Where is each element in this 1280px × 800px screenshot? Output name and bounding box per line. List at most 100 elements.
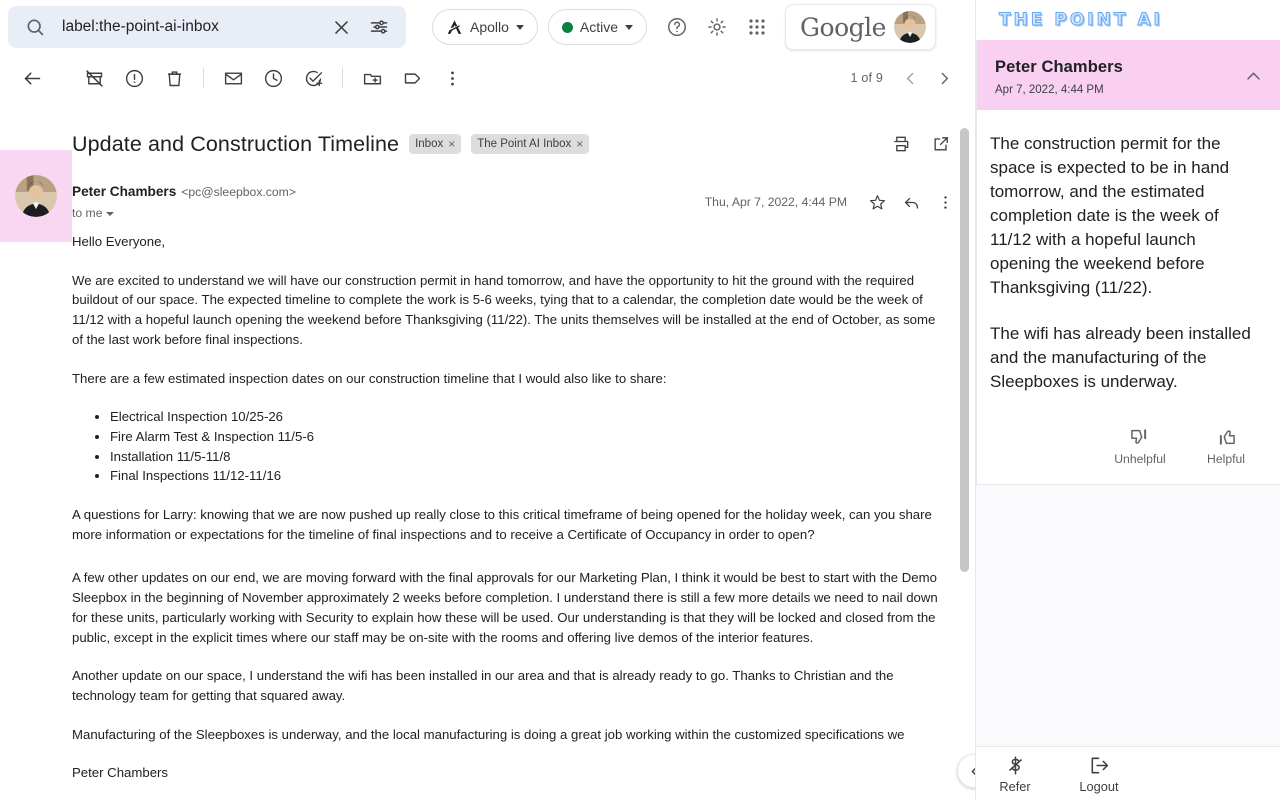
- message-body: Hello Everyone, We are excited to unders…: [0, 220, 975, 783]
- body-paragraph-3: A questions for Larry: knowing that we a…: [72, 507, 932, 542]
- recipients-label: to me: [72, 206, 103, 220]
- logout-label: Logout: [1079, 778, 1119, 794]
- page-title: Update and Construction Timeline: [72, 131, 400, 156]
- print-icon[interactable]: [881, 124, 921, 164]
- sender-address: <pc@sleepbox.com>: [181, 185, 296, 199]
- list-item: Final Inspections 11/12-11/16: [110, 466, 945, 486]
- apollo-logo-icon: [446, 19, 463, 36]
- helpful-button[interactable]: Helpful: [1194, 426, 1258, 466]
- more-vertical-icon[interactable]: [929, 186, 961, 218]
- pagination-count: 1 of 9: [850, 71, 883, 85]
- logout-icon: [1088, 754, 1111, 777]
- search-clear-icon[interactable]: [324, 10, 358, 44]
- summary-body: The construction permit for the space is…: [977, 110, 1280, 422]
- the-point-ai-panel: THE POINT AI Peter Chambers Apr 7, 2022,…: [975, 0, 1280, 800]
- open-in-new-icon[interactable]: [921, 124, 961, 164]
- top-bar-right: Apollo Active Google: [432, 4, 936, 50]
- the-point-ai-logo-bar: THE POINT AI: [976, 0, 1280, 40]
- body-paragraph-4: A few other updates on our end, we are m…: [72, 570, 938, 645]
- status-dot-icon: [561, 21, 573, 33]
- refer-label: Refer: [999, 778, 1031, 794]
- sender-name: Peter Chambers: [72, 184, 177, 199]
- archive-icon[interactable]: [74, 58, 114, 98]
- avatar[interactable]: [893, 11, 926, 43]
- star-icon[interactable]: [861, 186, 893, 218]
- search-options-icon[interactable]: [362, 10, 396, 44]
- thumbs-up-icon: [1215, 426, 1237, 448]
- folder-move-icon[interactable]: [352, 58, 392, 98]
- chevron-down-icon: [515, 24, 524, 30]
- clock-icon[interactable]: [253, 58, 293, 98]
- message-header: Peter Chambers <pc@sleepbox.com> to me T…: [0, 150, 975, 242]
- close-icon[interactable]: ×: [576, 137, 583, 151]
- list-item: Installation 11/5-11/8: [110, 447, 945, 467]
- apps-grid-icon[interactable]: [737, 7, 777, 47]
- unhelpful-button[interactable]: Unhelpful: [1108, 426, 1172, 466]
- status-pill-active[interactable]: Active: [547, 9, 648, 45]
- body-signature: Peter Chambers: [72, 765, 169, 781]
- google-wordmark: Google: [800, 12, 886, 42]
- close-icon[interactable]: ×: [448, 137, 455, 151]
- next-message-button[interactable]: [927, 61, 961, 95]
- apollo-pill-label: Apollo: [470, 19, 509, 35]
- task-check-icon[interactable]: [293, 58, 333, 98]
- envelope-icon[interactable]: [213, 58, 253, 98]
- reading-pane-scrollbar[interactable]: [960, 128, 969, 572]
- body-paragraph-2: There are a few estimated inspection dat…: [72, 370, 667, 386]
- summary-date: Apr 7, 2022, 4:44 PM: [995, 84, 1104, 96]
- chevron-up-icon[interactable]: [1239, 62, 1267, 90]
- message-date: Thu, Apr 7, 2022, 4:44 PM: [704, 195, 847, 209]
- summary-card-header: Peter Chambers Apr 7, 2022, 4:44 PM: [977, 40, 1280, 110]
- help-circle-icon[interactable]: [657, 7, 697, 47]
- body-paragraph-5: Another update on our space, I understan…: [72, 668, 894, 703]
- side-panel-empty-area: [976, 485, 1280, 746]
- label-chip-text: The Point AI Inbox: [477, 138, 572, 150]
- gmail-reading-pane: Apollo Active: [0, 0, 975, 800]
- label-chip-text: Inbox: [415, 138, 444, 150]
- label-chip-inbox: Inbox ×: [409, 134, 462, 154]
- status-pill-label: Active: [579, 19, 619, 35]
- report-spam-icon[interactable]: [114, 58, 154, 98]
- summary-feedback-bar: Unhelpful Helpful: [977, 422, 1280, 484]
- refer-button[interactable]: Refer: [984, 754, 1046, 794]
- prev-message-button[interactable]: [893, 61, 927, 95]
- summary-paragraph-1: The construction permit for the space is…: [990, 134, 1230, 297]
- trash-icon[interactable]: [154, 58, 194, 98]
- toolbar-divider: [203, 68, 204, 88]
- avatar-highlight-block: [0, 150, 72, 242]
- inspection-dates-list: Electrical Inspection 10/25-26 Fire Alar…: [72, 407, 945, 486]
- thumbs-down-icon: [1129, 426, 1151, 448]
- reply-arrow-icon[interactable]: [895, 186, 927, 218]
- search-input[interactable]: [56, 18, 320, 36]
- the-point-ai-logo: THE POINT AI: [999, 10, 1163, 31]
- toolbar-divider: [342, 68, 343, 88]
- side-panel-footer: Refer Logout: [976, 746, 1280, 800]
- account-pill-apollo[interactable]: Apollo: [432, 9, 538, 45]
- top-bar: Apollo Active: [0, 0, 975, 54]
- helpful-label: Helpful: [1207, 452, 1245, 466]
- logout-button[interactable]: Logout: [1068, 754, 1130, 794]
- chevron-down-icon: [106, 212, 115, 216]
- app-root: Apollo Active: [0, 0, 1280, 800]
- unhelpful-label: Unhelpful: [1114, 452, 1166, 466]
- refer-dollar-icon: [1004, 754, 1027, 777]
- body-paragraph-6: Manufacturing of the Sleepboxes is under…: [72, 726, 905, 742]
- search-icon[interactable]: [18, 10, 52, 44]
- label-tag-icon[interactable]: [392, 58, 432, 98]
- label-chip-the-point-ai-inbox: The Point AI Inbox ×: [471, 134, 590, 154]
- message-header-actions: Thu, Apr 7, 2022, 4:44 PM: [705, 186, 961, 218]
- subject-row: Update and Construction Timeline Inbox ×…: [0, 102, 975, 176]
- back-arrow-icon[interactable]: [12, 58, 52, 98]
- message-action-toolbar: 1 of 9: [0, 54, 975, 102]
- summary-sender-name: Peter Chambers: [995, 58, 1123, 76]
- search-bar[interactable]: [8, 6, 406, 48]
- google-account-chip[interactable]: Google: [785, 4, 936, 50]
- body-paragraph-1: We are excited to understand we will hav…: [72, 272, 936, 347]
- list-item: Fire Alarm Test & Inspection 11/5-6: [110, 427, 945, 447]
- summary-card: Peter Chambers Apr 7, 2022, 4:44 PM The …: [976, 40, 1280, 485]
- chevron-down-icon: [625, 24, 634, 30]
- gear-icon[interactable]: [697, 7, 737, 47]
- summary-paragraph-2: The wifi has already been installed and …: [990, 324, 1251, 391]
- avatar[interactable]: [15, 175, 57, 217]
- more-vertical-icon[interactable]: [432, 58, 472, 98]
